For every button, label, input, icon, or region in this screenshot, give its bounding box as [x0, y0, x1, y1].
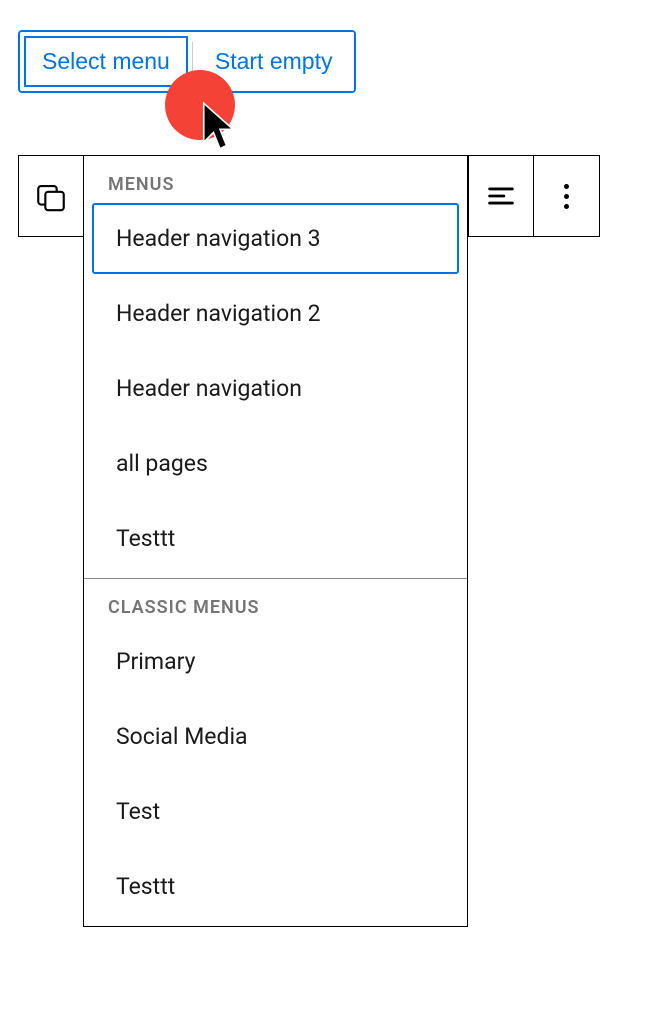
menu-item-test[interactable]: Test — [92, 776, 459, 847]
more-options-button[interactable] — [534, 156, 599, 236]
block-type-button[interactable] — [19, 156, 84, 236]
menu-item-testtt-classic[interactable]: Testtt — [92, 851, 459, 922]
align-icon — [484, 179, 518, 213]
select-menu-button[interactable]: Select menu — [20, 32, 192, 91]
more-icon — [564, 184, 569, 209]
menu-item-header-navigation-3[interactable]: Header navigation 3 — [92, 203, 459, 274]
navigation-block-icon — [34, 179, 68, 213]
menu-item-header-navigation[interactable]: Header navigation — [92, 353, 459, 424]
menu-dropdown: MENUS Header navigation 3 Header navigat… — [83, 155, 468, 927]
menu-item-header-navigation-2[interactable]: Header navigation 2 — [92, 278, 459, 349]
menu-item-social-media[interactable]: Social Media — [92, 701, 459, 772]
menu-item-testtt[interactable]: Testtt — [92, 503, 459, 574]
align-button[interactable] — [469, 156, 534, 236]
menus-section-header: MENUS — [84, 156, 467, 199]
menu-item-all-pages[interactable]: all pages — [92, 428, 459, 499]
classic-menus-section-header: CLASSIC MENUS — [84, 579, 467, 622]
cursor-icon — [200, 100, 240, 152]
menus-section: MENUS Header navigation 3 Header navigat… — [84, 156, 467, 574]
menu-item-primary[interactable]: Primary — [92, 626, 459, 697]
classic-menus-section: CLASSIC MENUS Primary Social Media Test … — [84, 578, 467, 922]
